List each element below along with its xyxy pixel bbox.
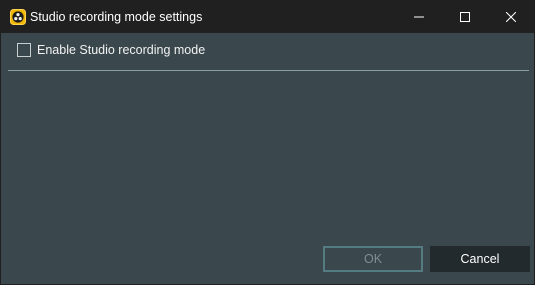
- ok-button[interactable]: OK: [323, 246, 423, 272]
- divider: [8, 70, 529, 71]
- maximize-button[interactable]: [442, 1, 488, 33]
- dialog-window: Studio recording mode settings Enable St…: [0, 0, 535, 285]
- checkbox-box[interactable]: [17, 43, 31, 57]
- checkbox-label[interactable]: Enable Studio recording mode: [37, 43, 205, 57]
- maximize-icon: [460, 12, 470, 22]
- minimize-button[interactable]: [396, 1, 442, 33]
- title-bar[interactable]: Studio recording mode settings: [1, 1, 534, 33]
- close-icon: [506, 12, 516, 22]
- obs-icon: [10, 9, 26, 25]
- dialog-content: Enable Studio recording mode OK Cancel: [1, 33, 534, 284]
- cancel-button[interactable]: Cancel: [430, 246, 530, 272]
- enable-studio-mode-checkbox[interactable]: Enable Studio recording mode: [17, 43, 205, 57]
- close-button[interactable]: [488, 1, 534, 33]
- window-title: Studio recording mode settings: [30, 10, 203, 24]
- minimize-icon: [414, 12, 424, 22]
